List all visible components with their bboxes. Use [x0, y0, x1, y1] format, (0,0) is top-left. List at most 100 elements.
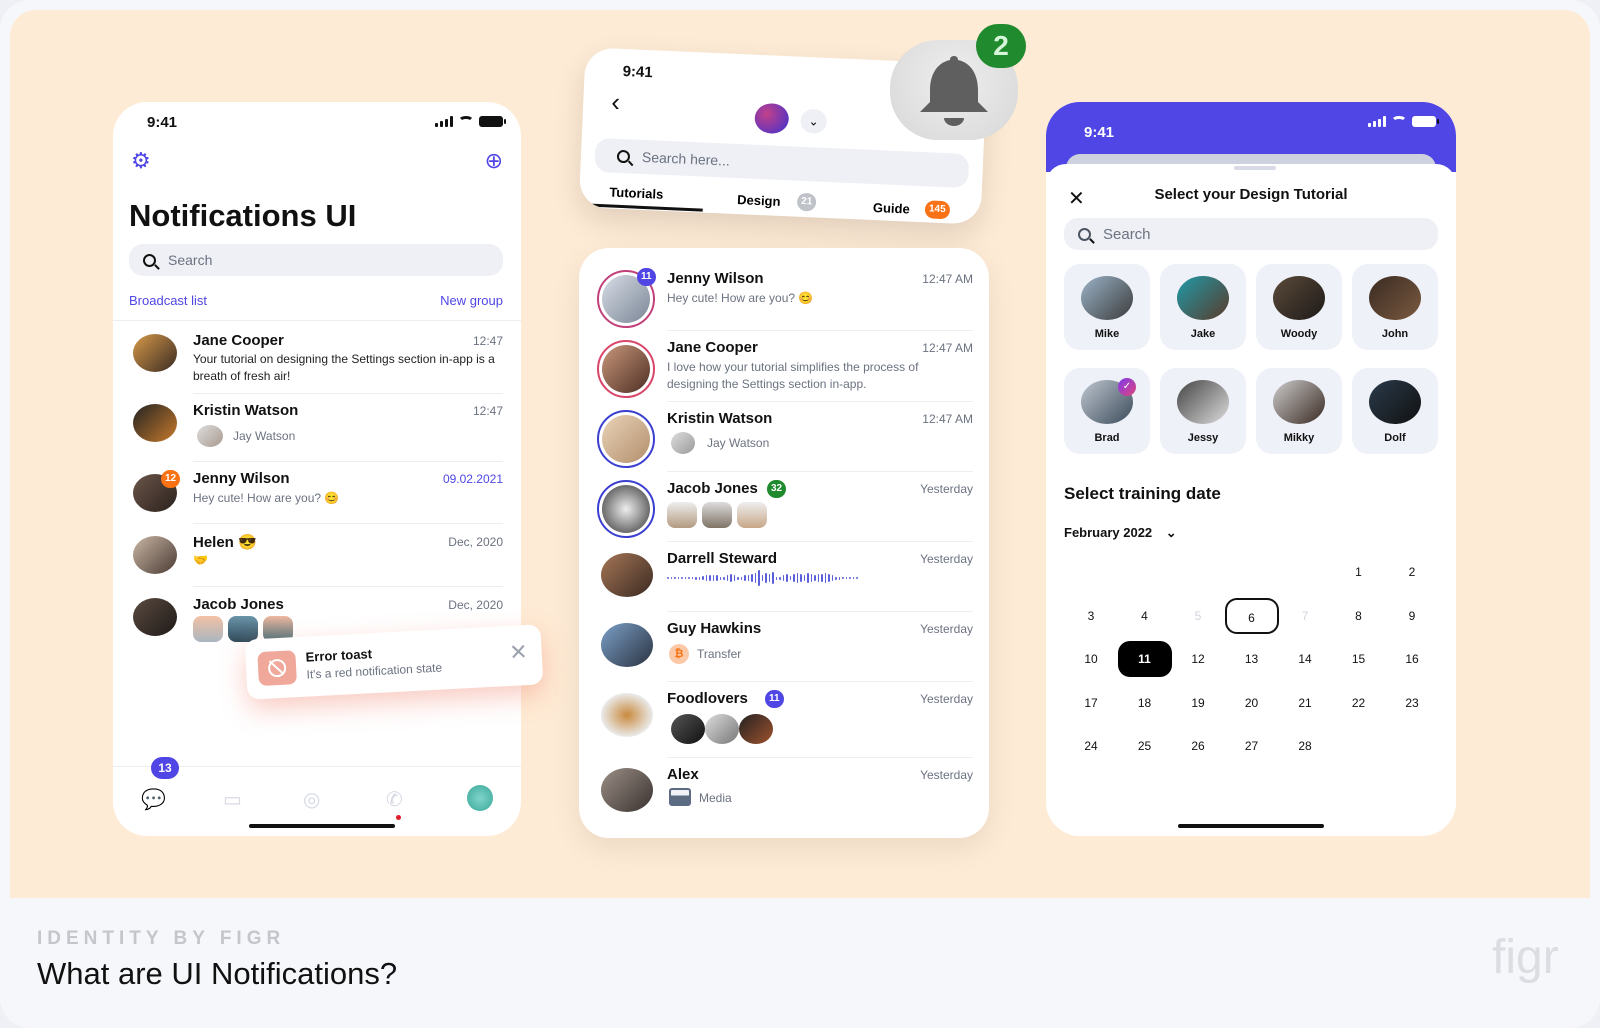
calendar-day[interactable]: 24: [1064, 728, 1118, 764]
chat-row[interactable]: Alex Yesterday Media: [667, 757, 973, 827]
waveform-bar: [670, 577, 672, 579]
calendar-day[interactable]: 21: [1278, 685, 1332, 721]
chat-name: Helen 😎: [193, 534, 257, 551]
chat-message: Your tutorial on designing the Settings …: [193, 352, 495, 383]
chat-row[interactable]: Kristin Watson 12:47 Jay Watson: [193, 402, 503, 458]
calendar-day[interactable]: 20: [1225, 685, 1279, 721]
chat-row[interactable]: Jenny Wilson 09.02.2021 Hey cute! How ar…: [193, 470, 503, 520]
calendar-day[interactable]: 18: [1118, 685, 1172, 721]
calendar-day[interactable]: 16: [1385, 641, 1439, 677]
calendar-day[interactable]: 3: [1064, 598, 1118, 634]
chats-badge: 13: [151, 757, 179, 779]
chat-row[interactable]: Jenny Wilson 12:47 AM Hey cute! How are …: [667, 268, 973, 328]
close-icon[interactable]: ✕: [509, 639, 529, 666]
trainer-card[interactable]: Jessy: [1160, 368, 1246, 454]
waveform-bar: [810, 574, 812, 582]
trainer-card[interactable]: Brad ✓: [1064, 368, 1150, 454]
chat-name: Kristin Watson: [193, 402, 299, 419]
chat-row[interactable]: Foodlovers 11 Yesterday: [667, 681, 973, 757]
chat-message: 🤝: [193, 553, 208, 567]
chat-name: Darrell Steward: [667, 550, 778, 567]
broadcast-list-link[interactable]: Broadcast list: [129, 293, 207, 308]
calendar-day[interactable]: 27: [1225, 728, 1279, 764]
calendar-day[interactable]: 17: [1064, 685, 1118, 721]
calendar-day[interactable]: 23: [1385, 685, 1439, 721]
channel-avatar[interactable]: [754, 102, 790, 135]
chat-time: Yesterday: [920, 692, 973, 706]
unread-badge: 12: [161, 470, 181, 488]
calendar-day[interactable]: 22: [1332, 685, 1386, 721]
calendar-day[interactable]: 2: [1385, 554, 1439, 590]
chat-message: Hey cute! How are you? 😊: [667, 291, 814, 305]
gear-icon[interactable]: ⚙: [131, 150, 151, 172]
voice-waveform[interactable]: [667, 570, 858, 586]
waveform-bar: [849, 577, 851, 579]
waveform-bar: [786, 574, 788, 582]
chat-row[interactable]: Guy Hawkins Yesterday ₿ Transfer: [667, 611, 973, 681]
home-indicator: [1178, 824, 1324, 828]
calendar-day[interactable]: 25: [1118, 728, 1172, 764]
calendar-day[interactable]: 8: [1332, 598, 1386, 634]
chat-row[interactable]: Jane Cooper 12:47 Your tutorial on desig…: [193, 332, 503, 392]
chat-row[interactable]: Jacob Jones 32 Yesterday: [667, 471, 973, 541]
video-icon[interactable]: ▭: [223, 787, 242, 812]
trainer-card[interactable]: Mike: [1064, 264, 1150, 350]
chat-row[interactable]: Darrell Steward Yesterday: [667, 541, 973, 611]
calendar-day[interactable]: 14: [1278, 641, 1332, 677]
calendar-day[interactable]: 6: [1224, 597, 1279, 634]
chat-row[interactable]: Helen 😎 Dec, 2020 🤝: [193, 533, 503, 583]
calendar-day[interactable]: 11: [1117, 641, 1172, 677]
back-icon[interactable]: ‹: [611, 86, 621, 117]
waveform-bar: [845, 577, 847, 579]
calendar-day[interactable]: 15: [1332, 641, 1386, 677]
month-selector[interactable]: February 2022 ⌄: [1064, 525, 1177, 541]
trainer-name: Brad: [1094, 432, 1120, 444]
calendar-day[interactable]: 13: [1225, 641, 1279, 677]
new-group-link[interactable]: New group: [440, 293, 503, 308]
search-input[interactable]: Search here...: [594, 137, 970, 189]
figr-logo: figr: [1492, 931, 1559, 984]
status-time: 9:41: [1084, 124, 1115, 141]
trainer-card[interactable]: Jake: [1160, 264, 1246, 350]
search-input[interactable]: Search: [129, 244, 503, 276]
thumbnail: [193, 616, 223, 642]
calendar-day[interactable]: 26: [1171, 728, 1225, 764]
waveform-bar: [695, 576, 697, 580]
calendar-day[interactable]: 9: [1385, 598, 1439, 634]
chat-row[interactable]: Jane Cooper 12:47 AM I love how your tut…: [667, 330, 973, 400]
tab-design[interactable]: Design: [737, 192, 781, 209]
waveform-bar: [754, 573, 756, 583]
camera-icon[interactable]: ◎: [303, 787, 320, 812]
calendar-day[interactable]: 1: [1332, 554, 1386, 590]
trainer-card[interactable]: John: [1352, 264, 1438, 350]
calendar-day[interactable]: 19: [1171, 685, 1225, 721]
chat-icon[interactable]: 💬: [141, 787, 166, 812]
toast-title: Error toast: [305, 646, 373, 665]
calendar-day[interactable]: 10: [1064, 641, 1118, 677]
tab-tutorials[interactable]: Tutorials: [609, 184, 664, 201]
waveform-bar: [667, 577, 669, 579]
trainer-card[interactable]: Dolf: [1352, 368, 1438, 454]
calendar-day[interactable]: 28: [1278, 728, 1332, 764]
waveform-bar: [779, 576, 781, 580]
phone-icon[interactable]: ✆: [386, 787, 403, 812]
chat-name: Jacob Jones: [667, 480, 758, 497]
chat-time: 09.02.2021: [442, 472, 503, 486]
search-input[interactable]: Search: [1064, 218, 1438, 250]
trainer-card[interactable]: Mikky: [1256, 368, 1342, 454]
avatar: [601, 623, 653, 667]
trainer-card[interactable]: Woody: [1256, 264, 1342, 350]
calendar-day[interactable]: 12: [1171, 641, 1225, 677]
tab-guide[interactable]: Guide: [873, 200, 910, 217]
waveform-bar: [800, 574, 802, 582]
chevron-down-icon[interactable]: ⌄: [800, 108, 828, 134]
profile-avatar[interactable]: [467, 785, 493, 811]
unread-badge: 11: [765, 690, 784, 708]
chat-plus-icon[interactable]: ⊕: [485, 150, 503, 172]
chat-row[interactable]: Kristin Watson 12:47 AM Jay Watson: [667, 401, 973, 471]
sheet-grabber[interactable]: [1234, 166, 1276, 170]
calendar-day[interactable]: 4: [1118, 598, 1172, 634]
avatar: [597, 340, 655, 398]
calendar-day[interactable]: 7: [1278, 598, 1332, 634]
calendar-day[interactable]: 5: [1171, 598, 1225, 634]
